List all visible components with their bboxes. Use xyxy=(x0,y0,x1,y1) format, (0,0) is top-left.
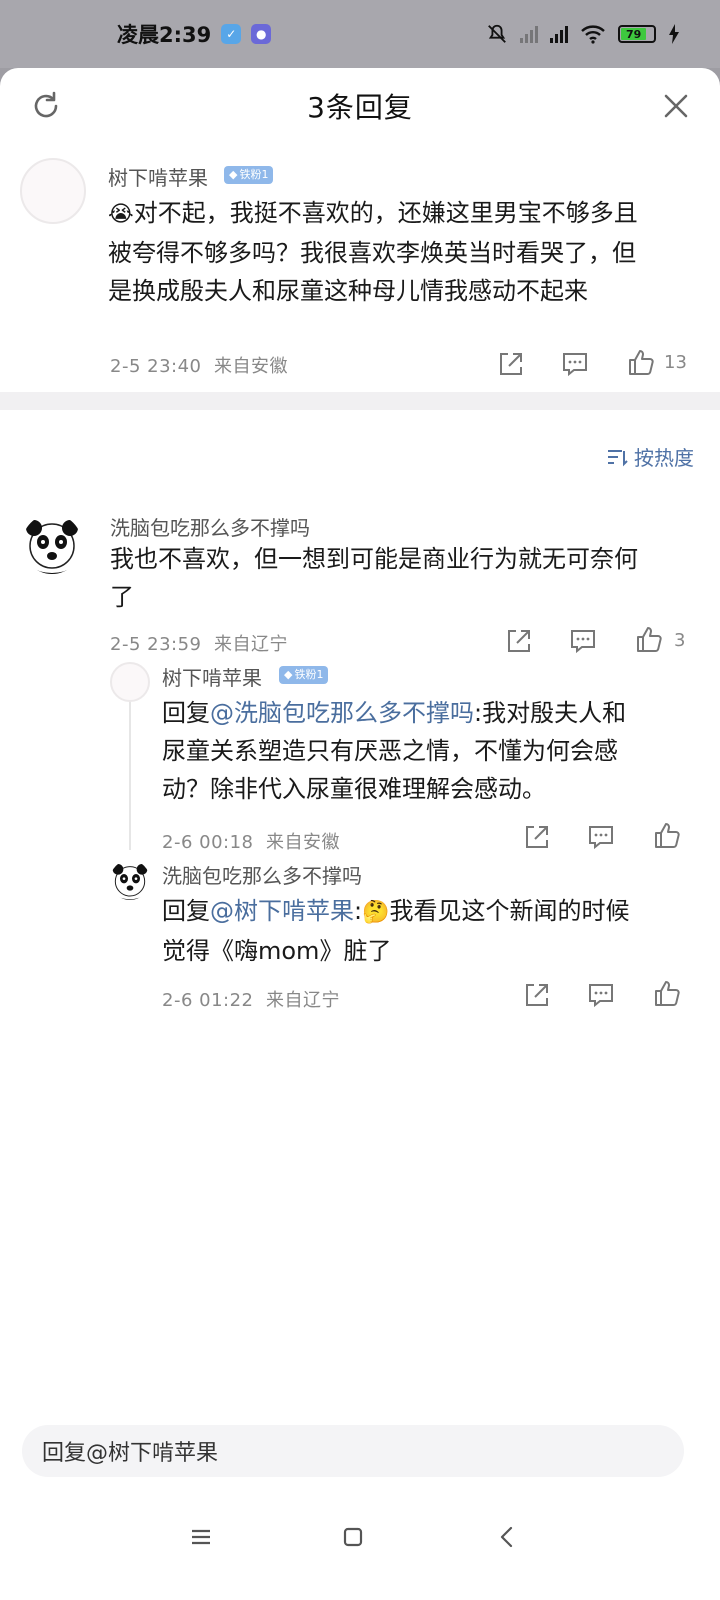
battery-fill: 79 xyxy=(621,27,647,41)
reply-prefix: 回复 xyxy=(162,699,210,727)
sheet-title: 3条回复 xyxy=(307,91,413,124)
signal-icon xyxy=(550,25,568,43)
reply-line: :我对殷夫人和 xyxy=(474,699,627,727)
avatar[interactable] xyxy=(110,662,150,702)
status-bar: 凌晨2:39 ✓ ● 79 xyxy=(0,0,720,68)
close-icon[interactable] xyxy=(658,88,694,124)
mention-link[interactable]: @洗脑包吃那么多不撑吗 xyxy=(210,699,474,727)
avatar[interactable] xyxy=(22,514,82,574)
comment-line: 被夸得不够多吗？我很喜欢李焕英当时看哭了，但 xyxy=(108,239,636,267)
location: 来自安徽 xyxy=(213,356,288,377)
username[interactable]: 洗脑包吃那么多不撑吗 xyxy=(110,512,310,541)
like-icon[interactable] xyxy=(626,347,656,377)
status-time: 凌晨2:39 xyxy=(117,23,212,47)
like-icon[interactable] xyxy=(634,624,664,654)
reply-time: 2-6 01:22 来自辽宁 xyxy=(162,986,340,1012)
refresh-icon[interactable] xyxy=(28,88,64,124)
panda-avatar-icon xyxy=(26,520,78,574)
wifi-icon xyxy=(581,25,605,44)
username[interactable]: 树下啃苹果 xyxy=(108,162,208,191)
reply-line: 动？除非代入尿童很难理解会感动。 xyxy=(162,775,546,803)
comment-icon[interactable] xyxy=(568,626,598,656)
fan-badge: ◆ 铁粉1 xyxy=(279,666,329,684)
reply-line: 我看见这个新闻的时候 xyxy=(389,897,630,925)
status-icons: 79 xyxy=(486,23,680,45)
diamond-icon: ◆ xyxy=(284,668,293,681)
shield-lock-icon: ● xyxy=(251,24,272,44)
reply-prefix: 回复 xyxy=(162,897,210,925)
diamond-icon: ◆ xyxy=(229,168,238,181)
username[interactable]: 洗脑包吃那么多不撑吗 xyxy=(162,860,362,889)
charging-icon xyxy=(669,24,679,44)
comment-text: 我也不喜欢，但一想到可能是商业行为就无可奈何 了 xyxy=(110,540,700,616)
avatar[interactable] xyxy=(20,158,86,224)
comment-time: 2-5 23:40 来自安徽 xyxy=(110,352,288,378)
reply-line: 尿童关系塑造只有厌恶之情，不懂为何会感 xyxy=(162,737,618,765)
comment-line: 我也不喜欢，但一想到可能是商业行为就无可奈何 xyxy=(110,545,638,573)
comment-text: 😭对不起，我挺不喜欢的，还嫌这里男宝不够多且 被夸得不够多吗？我很喜欢李焕英当时… xyxy=(108,194,698,310)
battery-percent: 79 xyxy=(625,27,642,41)
menu-icon[interactable] xyxy=(186,1522,216,1552)
avatar[interactable] xyxy=(110,860,150,900)
timestamp: 2-5 23:40 xyxy=(110,356,202,377)
timestamp: 2-5 23:59 xyxy=(110,634,202,655)
comment-thread: 洗脑包吃那么多不撑吗 我也不喜欢，但一想到可能是商业行为就无可奈何 了 2-5 … xyxy=(0,500,720,1120)
mute-icon xyxy=(488,24,506,43)
reply-time: 2-6 00:18 来自安徽 xyxy=(162,828,340,854)
share-icon[interactable] xyxy=(504,626,534,656)
share-icon[interactable] xyxy=(522,822,552,852)
comment-line: 了 xyxy=(110,583,134,611)
timestamp: 2-6 00:18 xyxy=(162,832,254,853)
share-icon[interactable] xyxy=(496,349,526,379)
crying-emoji: 😭 xyxy=(108,202,134,227)
reply-input-placeholder: 回复@树下啃苹果 xyxy=(42,1441,219,1466)
navigation-bar xyxy=(0,1478,720,1600)
reply-input[interactable]: 回复@树下啃苹果 xyxy=(22,1425,684,1477)
shield-check-icon: ✓ xyxy=(221,24,242,44)
battery-icon: 79 xyxy=(618,25,656,43)
comment-icon[interactable] xyxy=(586,980,616,1010)
like-icon[interactable] xyxy=(652,820,682,850)
reply-line: 觉得《嗨mom》脏了 xyxy=(162,937,392,965)
badge-label: 铁粉1 xyxy=(294,668,324,681)
comment-line: 对不起，我挺不喜欢的，还嫌这里男宝不够多且 xyxy=(133,199,638,227)
sort-icon xyxy=(608,449,628,466)
home-icon[interactable] xyxy=(338,1522,368,1552)
sort-label: 按热度 xyxy=(634,446,694,470)
like-count: 13 xyxy=(664,352,687,373)
sort-row: 按热度 xyxy=(0,410,720,500)
location: 来自安徽 xyxy=(265,832,340,853)
signal-icon xyxy=(520,25,538,43)
like-icon[interactable] xyxy=(652,978,682,1008)
sheet-header: 3条回复 xyxy=(0,68,720,144)
mention-link[interactable]: @树下啃苹果 xyxy=(210,897,354,925)
replies-sheet: 3条回复 树下啃苹果 ◆ 铁粉1 😭对不起，我挺不喜欢的，还嫌这里男宝不够多且 被… xyxy=(0,68,720,1600)
reply-text: 回复@洗脑包吃那么多不撑吗:我对殷夫人和 尿童关系塑造只有厌恶之情，不懂为何会感… xyxy=(162,694,682,808)
like-count: 3 xyxy=(674,630,686,651)
fan-badge: ◆ 铁粉1 xyxy=(224,166,274,184)
thinking-emoji: 🤔 xyxy=(362,900,390,925)
sort-button[interactable]: 按热度 xyxy=(606,442,694,471)
thread-line xyxy=(129,700,131,850)
comment-time: 2-5 23:59 来自辽宁 xyxy=(110,630,288,656)
badge-label: 铁粉1 xyxy=(239,168,269,181)
location: 来自辽宁 xyxy=(265,990,340,1011)
location: 来自辽宁 xyxy=(213,634,288,655)
comment-line: 是换成殷夫人和尿童这种母儿情我感动不起来 xyxy=(108,277,588,305)
panda-avatar-icon xyxy=(112,864,148,900)
comment-icon[interactable] xyxy=(586,822,616,852)
section-divider xyxy=(0,392,720,410)
username[interactable]: 树下啃苹果 xyxy=(162,662,262,691)
root-comment: 树下啃苹果 ◆ 铁粉1 😭对不起，我挺不喜欢的，还嫌这里男宝不够多且 被夸得不够多… xyxy=(0,144,720,392)
share-icon[interactable] xyxy=(522,980,552,1010)
reply-text: 回复@树下啃苹果:🤔我看见这个新闻的时候 觉得《嗨mom》脏了 xyxy=(162,892,682,970)
comment-icon[interactable] xyxy=(560,349,590,379)
timestamp: 2-6 01:22 xyxy=(162,990,254,1011)
back-icon[interactable] xyxy=(492,1522,522,1552)
